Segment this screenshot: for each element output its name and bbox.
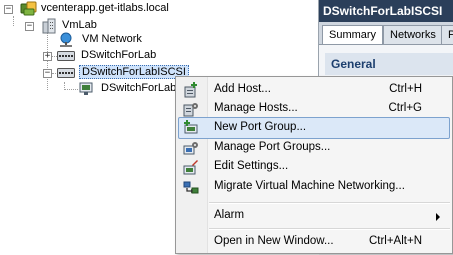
panel-title: DSwitchForLabISCSI (319, 0, 453, 22)
menu-item-shortcut: Ctrl+Alt+N (368, 235, 422, 247)
collapse-icon[interactable]: − (25, 22, 34, 31)
tree-node-label: VmLab (62, 19, 97, 31)
distributed-switch-icon (57, 51, 75, 61)
tree-node-label: DSwitchForLab (81, 49, 157, 61)
datacenter-icon (41, 18, 57, 34)
menu-item-label: Manage Hosts... (214, 102, 298, 114)
tab-strip: Summary Networks P (319, 22, 453, 44)
distributed-switch-icon (57, 68, 75, 78)
menu-item-open-new-window[interactable]: Open in New Window... Ctrl+Alt+N (178, 231, 450, 253)
add-host-icon (183, 82, 199, 98)
vcenter-icon (20, 1, 38, 17)
tree-node-label: VM Network (82, 33, 142, 45)
menu-item-shortcut: Ctrl+G (388, 102, 422, 114)
tree-node-label: vcenterapp.get-itlabs.local (41, 2, 169, 14)
expand-icon[interactable]: + (43, 52, 52, 61)
menu-item-label: Alarm (214, 209, 245, 221)
menu-item-label: Migrate Virtual Machine Networking... (214, 180, 405, 192)
menu-item-edit-settings[interactable]: Edit Settings... (178, 156, 450, 178)
menu-separator (209, 228, 450, 230)
general-section-header: General (325, 53, 453, 75)
tab-summary[interactable]: Summary (322, 25, 384, 44)
network-icon (58, 32, 74, 48)
collapse-icon[interactable]: − (43, 69, 52, 78)
menu-item-new-port-group[interactable]: New Port Group... (178, 117, 450, 139)
port-group-icon (79, 82, 95, 96)
edit-settings-icon (183, 159, 199, 175)
manage-port-groups-icon (183, 140, 199, 156)
menu-item-label: Open in New Window... (214, 235, 334, 247)
menu-separator (209, 202, 450, 204)
new-port-group-icon (183, 120, 199, 136)
menu-item-shortcut: Ctrl+H (389, 83, 422, 95)
menu-item-alarm[interactable]: Alarm (178, 205, 450, 227)
submenu-arrow-icon (436, 213, 440, 221)
migrate-networking-icon (183, 179, 199, 195)
collapse-icon[interactable]: − (4, 5, 13, 14)
manage-hosts-icon (183, 101, 199, 117)
menu-item-label: Edit Settings... (214, 160, 289, 172)
menu-item-migrate-vm-networking[interactable]: Migrate Virtual Machine Networking... (178, 176, 450, 198)
menu-item-label: Add Host... (214, 83, 271, 95)
tree-connector (64, 89, 78, 90)
tree-node-label: DSwitchForLabISCSI (79, 65, 189, 79)
menu-item-label: Manage Port Groups... (214, 141, 331, 153)
context-menu: Add Host... Ctrl+H Manage Hosts... Ctrl+… (175, 76, 453, 254)
tree-connector (13, 16, 14, 26)
menu-item-label: New Port Group... (214, 121, 307, 133)
tab-networks[interactable]: Networks (383, 25, 443, 44)
tab-ports[interactable]: P (441, 25, 453, 44)
